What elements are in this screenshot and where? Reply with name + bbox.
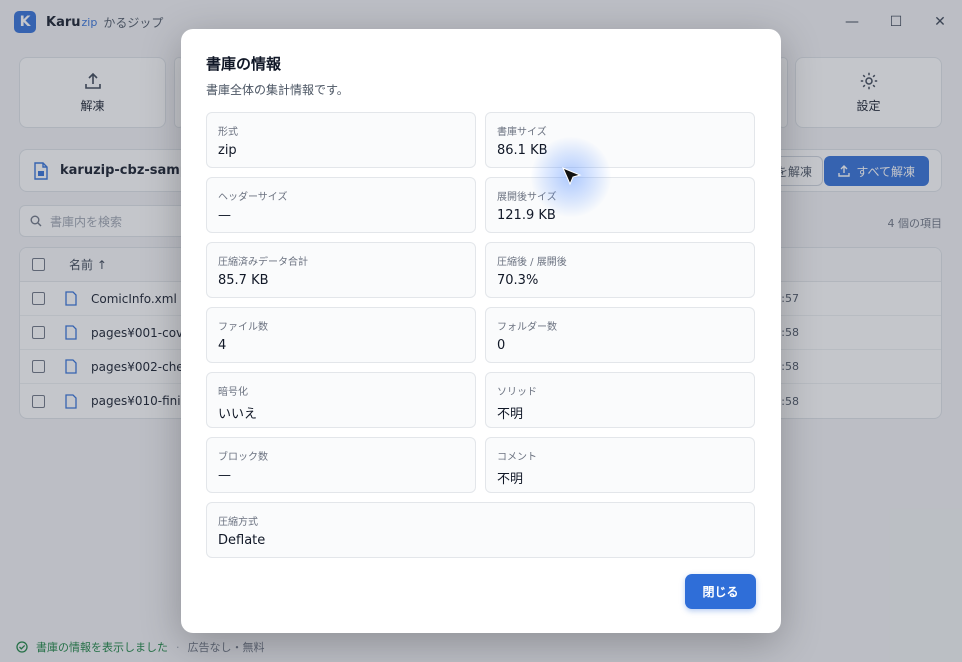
info-value: 4: [218, 338, 227, 353]
info-label: ファイル数: [218, 322, 268, 333]
info-label: 圧縮後 / 展開後: [497, 257, 567, 268]
info-value: 121.9 KB: [497, 208, 556, 223]
info-value: zip: [218, 143, 237, 158]
info-archive-size: 書庫サイズ 86.1 KB: [485, 112, 755, 168]
info-label: ブロック数: [218, 452, 268, 463]
info-value: —: [218, 208, 231, 223]
info-expanded-size: 展開後サイズ 121.9 KB: [485, 177, 755, 233]
info-file-count: ファイル数 4: [206, 307, 476, 363]
info-label: 書庫サイズ: [497, 127, 547, 138]
info-value: 不明: [497, 472, 524, 487]
close-dialog-button[interactable]: 閉じる: [685, 574, 756, 609]
info-label: 圧縮済みデータ合計: [218, 257, 308, 268]
info-value: Deflate: [218, 533, 266, 548]
info-label: 暗号化: [218, 387, 248, 398]
dialog-title: 書庫の情報: [206, 55, 282, 73]
info-compressed-total: 圧縮済みデータ合計 85.7 KB: [206, 242, 476, 298]
info-header-size: ヘッダーサイズ —: [206, 177, 476, 233]
info-block-count: ブロック数 —: [206, 437, 476, 493]
info-format: 形式 zip: [206, 112, 476, 168]
info-compression-method: 圧縮方式 Deflate: [206, 502, 755, 558]
info-value: —: [218, 468, 231, 483]
info-value: 86.1 KB: [497, 143, 548, 158]
info-label: 圧縮方式: [218, 517, 258, 528]
info-label: ソリッド: [497, 387, 537, 398]
info-label: コメント: [497, 452, 537, 463]
info-value: いいえ: [218, 407, 258, 422]
dialog-subtitle: 書庫全体の集計情報です。: [206, 83, 349, 97]
info-solid: ソリッド 不明: [485, 372, 755, 428]
info-label: 展開後サイズ: [497, 192, 557, 203]
info-value: 不明: [497, 407, 524, 422]
info-value: 70.3%: [497, 273, 539, 288]
info-label: フォルダー数: [497, 322, 557, 333]
info-encryption: 暗号化 いいえ: [206, 372, 476, 428]
info-label: 形式: [218, 127, 238, 138]
info-comment: コメント 不明: [485, 437, 755, 493]
info-value: 85.7 KB: [218, 273, 269, 288]
info-folder-count: フォルダー数 0: [485, 307, 755, 363]
info-label: ヘッダーサイズ: [218, 192, 288, 203]
info-grid: 形式 zip 書庫サイズ 86.1 KB ヘッダーサイズ — 展開後サイズ 12…: [206, 112, 756, 558]
info-compression-ratio: 圧縮後 / 展開後 70.3%: [485, 242, 755, 298]
archive-info-dialog: 書庫の情報 書庫全体の集計情報です。 形式 zip 書庫サイズ 86.1 KB …: [181, 29, 781, 633]
info-value: 0: [497, 338, 506, 353]
